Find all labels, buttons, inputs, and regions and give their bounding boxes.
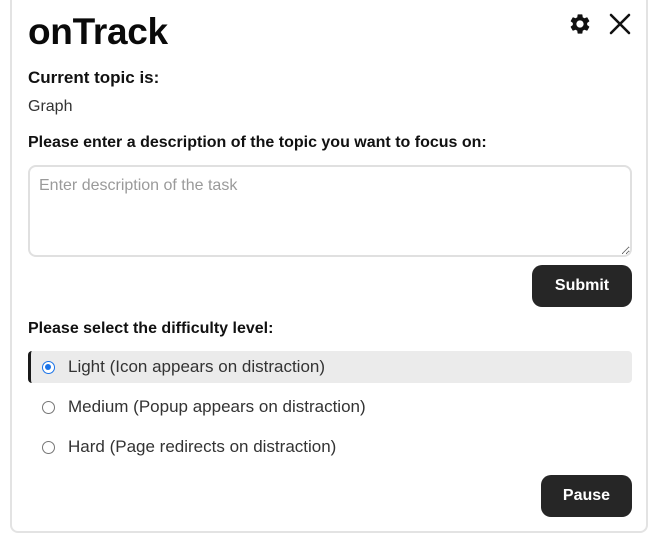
difficulty-label: Please select the difficulty level: xyxy=(28,320,274,337)
difficulty-option-label: Medium (Popup appears on distraction) xyxy=(68,397,366,416)
difficulty-option-medium[interactable]: Medium (Popup appears on distraction) xyxy=(28,391,632,423)
difficulty-option-light[interactable]: Light (Icon appears on distraction) xyxy=(28,351,632,383)
app-title: onTrack xyxy=(28,11,168,52)
close-button[interactable] xyxy=(606,12,634,40)
pause-button[interactable]: Pause xyxy=(541,475,632,517)
difficulty-option-hard[interactable]: Hard (Page redirects on distraction) xyxy=(28,431,632,463)
radio-hard[interactable] xyxy=(42,440,55,454)
settings-button[interactable] xyxy=(566,12,594,40)
radio-light[interactable] xyxy=(42,360,55,374)
difficulty-option-label: Hard (Page redirects on distraction) xyxy=(68,437,337,456)
description-input[interactable] xyxy=(28,165,632,257)
close-icon xyxy=(609,13,631,40)
gear-icon xyxy=(568,12,592,41)
current-topic-value: Graph xyxy=(28,98,73,115)
radio-medium[interactable] xyxy=(42,400,55,414)
description-label: Please enter a description of the topic … xyxy=(28,134,487,151)
submit-button[interactable]: Submit xyxy=(532,265,632,307)
difficulty-option-label: Light (Icon appears on distraction) xyxy=(68,357,326,376)
current-topic-label: Current topic is: xyxy=(28,68,160,87)
